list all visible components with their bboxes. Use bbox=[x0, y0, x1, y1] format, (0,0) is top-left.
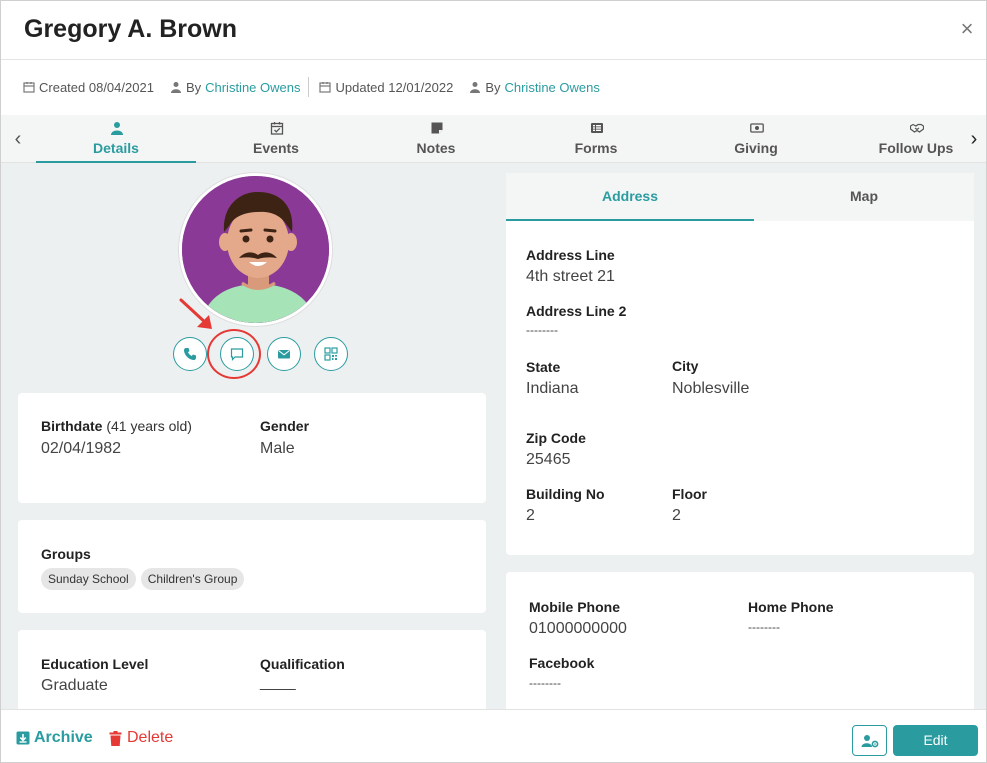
trash-icon bbox=[109, 730, 122, 746]
mobile-phone-label: Mobile Phone bbox=[529, 599, 620, 615]
call-button[interactable] bbox=[173, 337, 207, 371]
updated-by-link[interactable]: Christine Owens bbox=[504, 80, 599, 95]
tab-label: Forms bbox=[574, 140, 618, 156]
group-chip[interactable]: Children's Group bbox=[140, 568, 245, 590]
qr-code-icon bbox=[324, 347, 338, 361]
meta-separator bbox=[308, 77, 310, 97]
mobile-phone-value: 01000000000 bbox=[529, 620, 627, 637]
tab-label: Giving bbox=[734, 140, 778, 156]
note-icon bbox=[431, 122, 443, 134]
chevron-left-icon[interactable]: ‹ bbox=[9, 127, 27, 151]
created-by-link[interactable]: Christine Owens bbox=[205, 80, 300, 95]
education-label: Education Level bbox=[41, 656, 149, 672]
address-tabs: Address Map bbox=[506, 173, 974, 221]
tab-label: Details bbox=[93, 140, 139, 156]
footer: Archive Delete Edit bbox=[1, 709, 986, 762]
updated-date: Updated 12/01/2022 bbox=[335, 79, 454, 95]
phone-icon bbox=[184, 348, 196, 360]
created-info: Created 08/04/2021 bbox=[23, 80, 154, 95]
address-card: Address Line 4th street 21 Address Line … bbox=[506, 221, 974, 555]
state-label: State bbox=[526, 359, 561, 375]
updated-info: Updated 12/01/2022 bbox=[319, 80, 453, 95]
address-line2-label: Address Line 2 bbox=[526, 303, 627, 319]
handshake-icon bbox=[910, 123, 924, 133]
basic-info-card: Birthdate (41 years old) 02/04/1982 Gend… bbox=[18, 393, 486, 503]
calendar-icon bbox=[23, 82, 35, 93]
groups-list: Sunday School Children's Group bbox=[41, 568, 249, 590]
birthdate-label: Birthdate (41 years old) bbox=[41, 418, 192, 434]
delete-button[interactable]: Delete bbox=[109, 729, 173, 747]
delete-label: Delete bbox=[127, 729, 174, 746]
tab-bar: ‹ Details Events Notes Forms Giving Foll… bbox=[1, 115, 986, 163]
archive-icon bbox=[16, 731, 30, 745]
annotation-arrow bbox=[179, 298, 212, 329]
meta-info: Created 08/04/2021 By Christine Owens Up… bbox=[23, 77, 616, 97]
qualification-label: Qualification bbox=[260, 656, 345, 672]
user-icon bbox=[170, 82, 181, 93]
content-area: Birthdate (41 years old) 02/04/1982 Gend… bbox=[1, 163, 986, 709]
by-label: By bbox=[485, 79, 501, 95]
education-value: Graduate bbox=[41, 677, 108, 694]
zip-value: 25465 bbox=[526, 451, 571, 468]
tab-forms[interactable]: Forms bbox=[516, 115, 676, 163]
city-label: City bbox=[672, 358, 699, 374]
by-label: By bbox=[185, 79, 202, 95]
floor-label: Floor bbox=[672, 486, 707, 502]
tab-address[interactable]: Address bbox=[506, 173, 754, 221]
tab-label: Notes bbox=[416, 140, 456, 156]
archive-label: Archive bbox=[34, 729, 93, 746]
created-date: Created 08/04/2021 bbox=[39, 79, 154, 95]
tab-label: Events bbox=[253, 140, 299, 156]
floor-value: 2 bbox=[672, 507, 681, 524]
user-settings-button[interactable] bbox=[852, 725, 887, 756]
close-icon[interactable]: × bbox=[957, 18, 977, 40]
address-line-label: Address Line bbox=[526, 247, 615, 263]
calendar-icon bbox=[319, 82, 332, 93]
person-modal: Gregory A. Brown × Created 08/04/2021 By… bbox=[0, 0, 987, 763]
list-icon bbox=[591, 123, 603, 133]
qr-code-button[interactable] bbox=[314, 337, 348, 371]
zip-label: Zip Code bbox=[526, 430, 586, 446]
tab-events[interactable]: Events bbox=[196, 115, 356, 163]
created-by-info: By Christine Owens bbox=[170, 79, 300, 95]
gender-value: Male bbox=[260, 440, 295, 457]
calendar-check-icon bbox=[270, 122, 284, 135]
education-card: Education Level Graduate Qualification _… bbox=[18, 630, 486, 709]
groups-label: Groups bbox=[41, 546, 91, 562]
money-icon bbox=[750, 123, 764, 133]
groups-card: Groups Sunday School Children's Group bbox=[18, 520, 486, 613]
home-phone-value: -------- bbox=[748, 620, 780, 634]
qualification-value: ____ bbox=[260, 674, 296, 691]
facebook-value: -------- bbox=[529, 676, 561, 690]
contact-card: Mobile Phone 01000000000 Home Phone ----… bbox=[506, 572, 974, 709]
state-value: Indiana bbox=[526, 380, 579, 397]
user-cog-icon bbox=[861, 734, 878, 747]
archive-button[interactable]: Archive bbox=[16, 729, 93, 747]
facebook-label: Facebook bbox=[529, 655, 595, 671]
edit-button[interactable]: Edit bbox=[893, 725, 978, 756]
age-text: (41 years old) bbox=[106, 418, 192, 434]
gender-label: Gender bbox=[260, 418, 310, 434]
user-icon bbox=[111, 122, 123, 135]
tab-details[interactable]: Details bbox=[36, 115, 196, 163]
building-label: Building No bbox=[526, 486, 605, 502]
birthdate-value: 02/04/1982 bbox=[41, 440, 122, 457]
home-phone-label: Home Phone bbox=[748, 599, 834, 615]
address-line-value: 4th street 21 bbox=[526, 268, 615, 285]
updated-by-info: By Christine Owens bbox=[469, 80, 600, 95]
tab-giving[interactable]: Giving bbox=[676, 115, 836, 163]
page-title: Gregory A. Brown bbox=[24, 15, 237, 43]
envelope-icon bbox=[278, 350, 290, 359]
building-value: 2 bbox=[526, 507, 535, 524]
tab-notes[interactable]: Notes bbox=[356, 115, 516, 163]
divider bbox=[1, 59, 986, 60]
address-line2-value: -------- bbox=[526, 323, 558, 337]
user-icon bbox=[470, 82, 481, 93]
city-value: Noblesville bbox=[672, 380, 750, 397]
tab-map[interactable]: Map bbox=[754, 173, 974, 221]
chevron-right-icon[interactable]: › bbox=[965, 127, 983, 151]
group-chip[interactable]: Sunday School bbox=[41, 568, 136, 590]
highlight-circle bbox=[207, 329, 261, 379]
email-button[interactable] bbox=[267, 337, 301, 371]
